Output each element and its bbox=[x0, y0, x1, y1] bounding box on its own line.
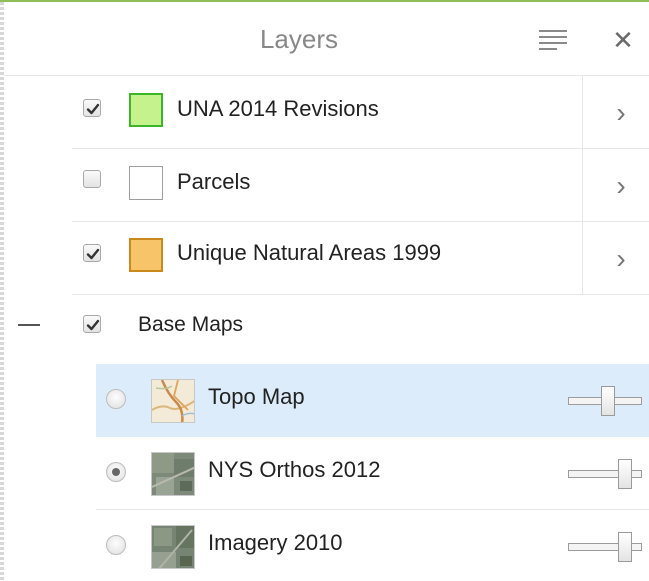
layer-swatch-unique-natural-areas bbox=[129, 238, 163, 272]
aerial-imagery-thumbnail bbox=[151, 452, 195, 496]
basemap-row-nys-orthos-2012[interactable]: NYS Orthos 2012 bbox=[96, 437, 649, 510]
basemap-radio-imagery-2010[interactable] bbox=[106, 535, 126, 555]
basemap-row-imagery-2010[interactable]: Imagery 2010 bbox=[96, 510, 649, 581]
layer-row-una-2014: UNA 2014 Revisions › bbox=[72, 76, 649, 149]
opacity-slider[interactable] bbox=[566, 459, 644, 489]
collapse-dash bbox=[18, 324, 40, 326]
layer-label: Parcels bbox=[177, 169, 251, 194]
layers-panel: Layers ✕ UNA 2014 Revisions › Parcels › … bbox=[0, 0, 649, 581]
layer-checkbox-una-2014[interactable] bbox=[83, 99, 101, 117]
layer-swatch-una-2014 bbox=[129, 93, 163, 127]
row-divider bbox=[582, 149, 583, 222]
chevron-right-icon[interactable]: › bbox=[608, 98, 634, 128]
basemap-label: NYS Orthos 2012 bbox=[208, 457, 381, 482]
opacity-slider[interactable] bbox=[566, 386, 644, 416]
panel-header: Layers ✕ bbox=[4, 2, 649, 76]
topo-map-thumbnail bbox=[151, 379, 195, 423]
basemap-radio-nys-orthos-2012[interactable] bbox=[106, 462, 126, 482]
layer-checkbox-parcels[interactable] bbox=[83, 170, 101, 188]
layer-row-unique-natural-areas: Unique Natural Areas 1999 › bbox=[72, 222, 649, 295]
hamburger-menu-icon[interactable] bbox=[536, 28, 570, 54]
basemap-radio-topo-map[interactable] bbox=[106, 389, 126, 409]
panel-title: Layers bbox=[259, 24, 339, 54]
opacity-slider[interactable] bbox=[566, 532, 644, 562]
panel-left-edge bbox=[0, 2, 4, 581]
layer-row-parcels: Parcels › bbox=[72, 149, 649, 222]
layer-label: UNA 2014 Revisions bbox=[177, 96, 379, 121]
basemap-row-topo-map[interactable]: Topo Map bbox=[96, 364, 649, 437]
aerial-imagery-thumbnail bbox=[151, 525, 195, 569]
row-divider bbox=[582, 76, 583, 149]
layer-checkbox-unique-natural-areas[interactable] bbox=[83, 244, 101, 262]
row-divider bbox=[582, 222, 583, 295]
basemap-label: Topo Map bbox=[208, 384, 305, 409]
close-icon[interactable]: ✕ bbox=[608, 22, 638, 58]
basemap-label: Imagery 2010 bbox=[208, 530, 343, 555]
base-maps-label: Base Maps bbox=[138, 313, 244, 336]
chevron-right-icon[interactable]: › bbox=[608, 244, 634, 274]
radio-selected-dot bbox=[112, 468, 120, 476]
slider-handle[interactable] bbox=[618, 532, 632, 562]
layer-swatch-parcels bbox=[129, 166, 163, 200]
layer-label: Unique Natural Areas 1999 bbox=[177, 240, 442, 265]
slider-handle[interactable] bbox=[601, 386, 615, 416]
chevron-right-icon[interactable]: › bbox=[608, 171, 634, 201]
slider-handle[interactable] bbox=[618, 459, 632, 489]
base-maps-checkbox[interactable] bbox=[83, 315, 101, 333]
